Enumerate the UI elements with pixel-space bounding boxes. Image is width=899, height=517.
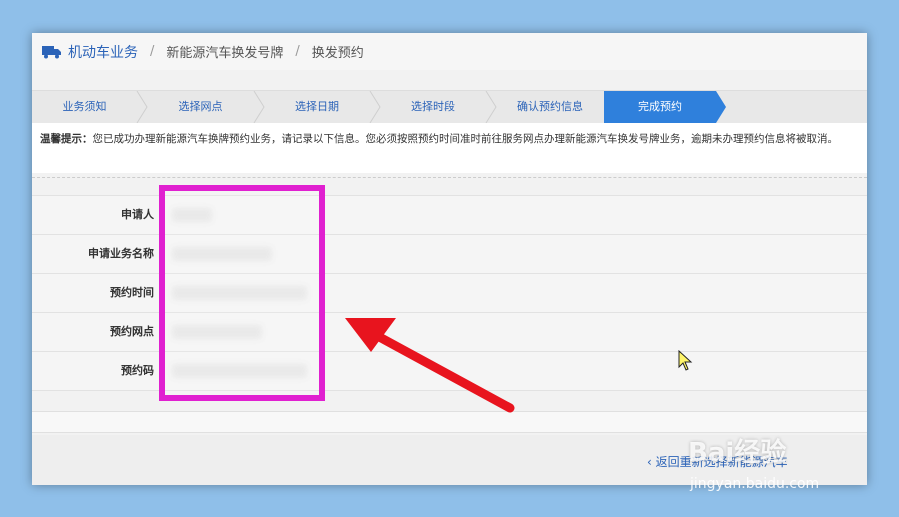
watermark-url: jingyan.baidu.com: [690, 476, 820, 492]
watermark-logo: Bai经验: [688, 438, 787, 468]
mouse-cursor-icon: [678, 350, 693, 371]
